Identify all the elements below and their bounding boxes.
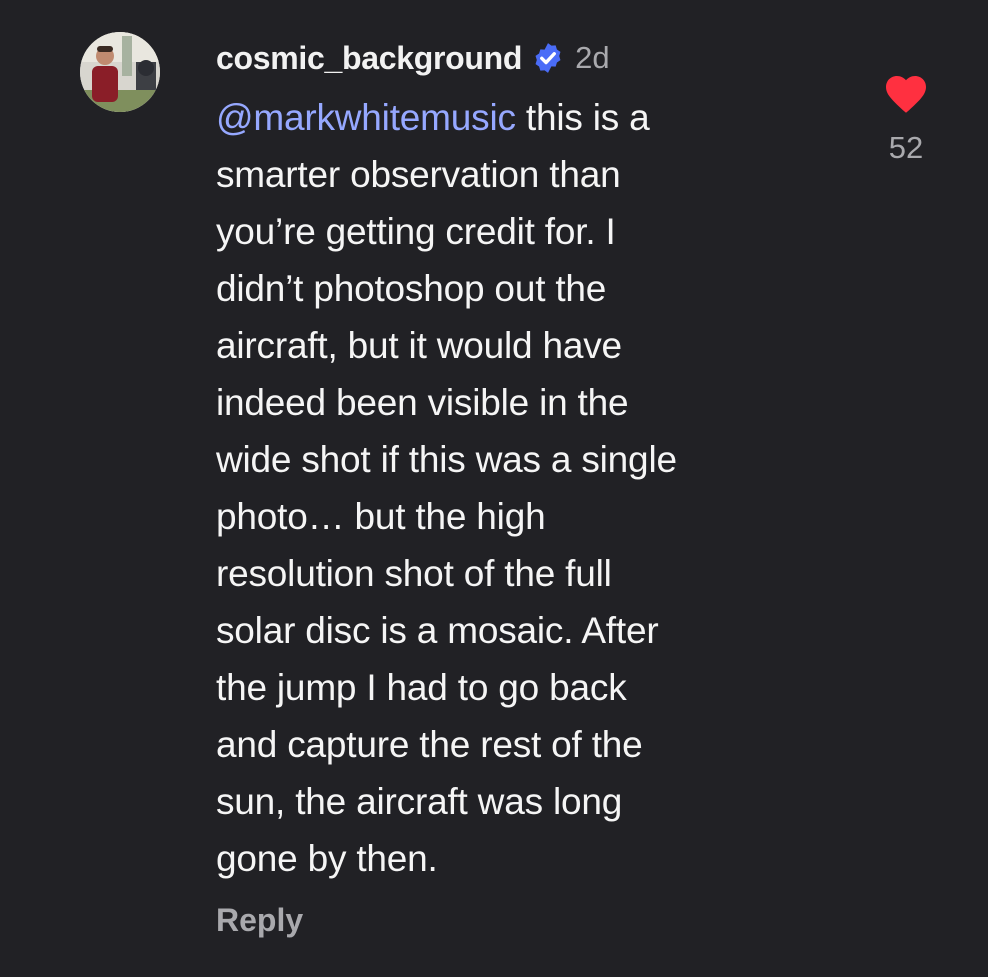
- avatar[interactable]: [80, 32, 160, 112]
- comment-line: didn’t photoshop out the: [216, 268, 607, 309]
- comment-line: gone by then.: [216, 838, 438, 879]
- comment-line: solar disc is a mosaic. After: [216, 610, 659, 651]
- comment-line: sun, the aircraft was long: [216, 781, 623, 822]
- avatar-photo: [80, 32, 160, 112]
- username[interactable]: cosmic_background: [216, 40, 522, 77]
- mention-link[interactable]: @markwhitemusic: [216, 97, 516, 138]
- like-control: 52: [878, 70, 934, 166]
- comment-text: @markwhitemusic this is a smarter observ…: [216, 89, 816, 887]
- timestamp: 2d: [575, 40, 610, 75]
- comment-line: and capture the rest of the: [216, 724, 643, 765]
- like-count: 52: [888, 130, 924, 165]
- comment-line: indeed been visible in the: [216, 382, 629, 423]
- comment-content: cosmic_background 2d @markwhitemusic thi…: [216, 36, 816, 939]
- comment-line: wide shot if this was a single: [216, 439, 677, 480]
- heart-icon[interactable]: [878, 70, 934, 114]
- comment-line: resolution shot of the full: [216, 553, 612, 594]
- comment-line: the jump I had to go back: [216, 667, 627, 708]
- comment-line: smarter observation than: [216, 154, 621, 195]
- comment-header: cosmic_background 2d: [216, 36, 816, 80]
- comment-line-text: this is a: [515, 97, 650, 138]
- comment: cosmic_background 2d @markwhitemusic thi…: [0, 0, 988, 977]
- comment-line: @markwhitemusic this is a: [216, 89, 816, 146]
- comment-line: you’re getting credit for. I: [216, 211, 616, 252]
- comment-line: aircraft, but it would have: [216, 325, 622, 366]
- verified-badge-icon: [531, 41, 565, 75]
- reply-button[interactable]: Reply: [216, 902, 816, 939]
- comment-line: photo… but the high: [216, 496, 546, 537]
